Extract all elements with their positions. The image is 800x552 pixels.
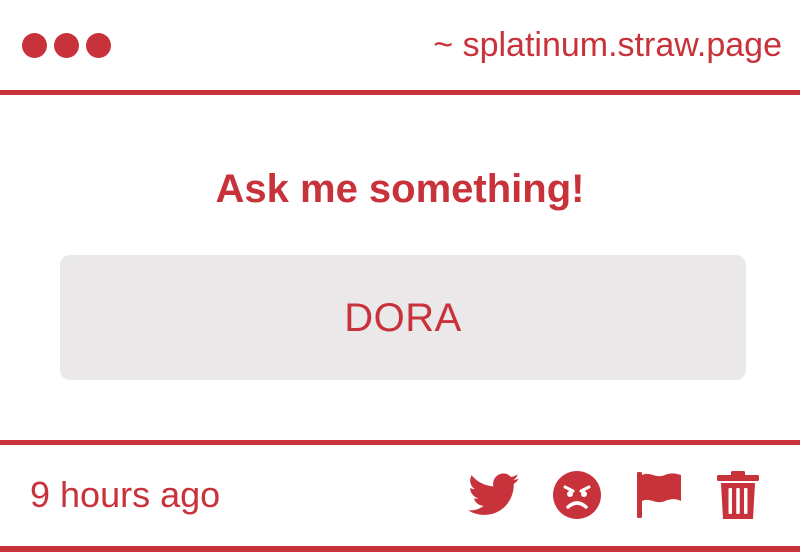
post-actions (468, 469, 760, 521)
question-text: Ask me something! (215, 167, 585, 211)
post-footer: 9 hours ago (0, 445, 800, 546)
angry-face-icon[interactable] (552, 470, 602, 520)
window-dot[interactable] (22, 33, 47, 58)
flag-icon[interactable] (634, 470, 684, 520)
question-card: ~ splatinum.straw.page Ask me something!… (0, 0, 800, 552)
trash-icon[interactable] (716, 470, 760, 520)
window-titlebar: ~ splatinum.straw.page (0, 0, 800, 90)
window-dot[interactable] (54, 33, 79, 58)
answer-box: DORA (60, 255, 746, 380)
window-controls (22, 33, 111, 58)
site-url[interactable]: ~ splatinum.straw.page (433, 24, 782, 66)
divider (0, 546, 800, 552)
window-dot[interactable] (86, 33, 111, 58)
post-content: Ask me something! DORA (0, 95, 800, 440)
answer-text: DORA (344, 295, 462, 340)
twitter-icon[interactable] (468, 473, 520, 517)
timestamp: 9 hours ago (30, 474, 221, 515)
